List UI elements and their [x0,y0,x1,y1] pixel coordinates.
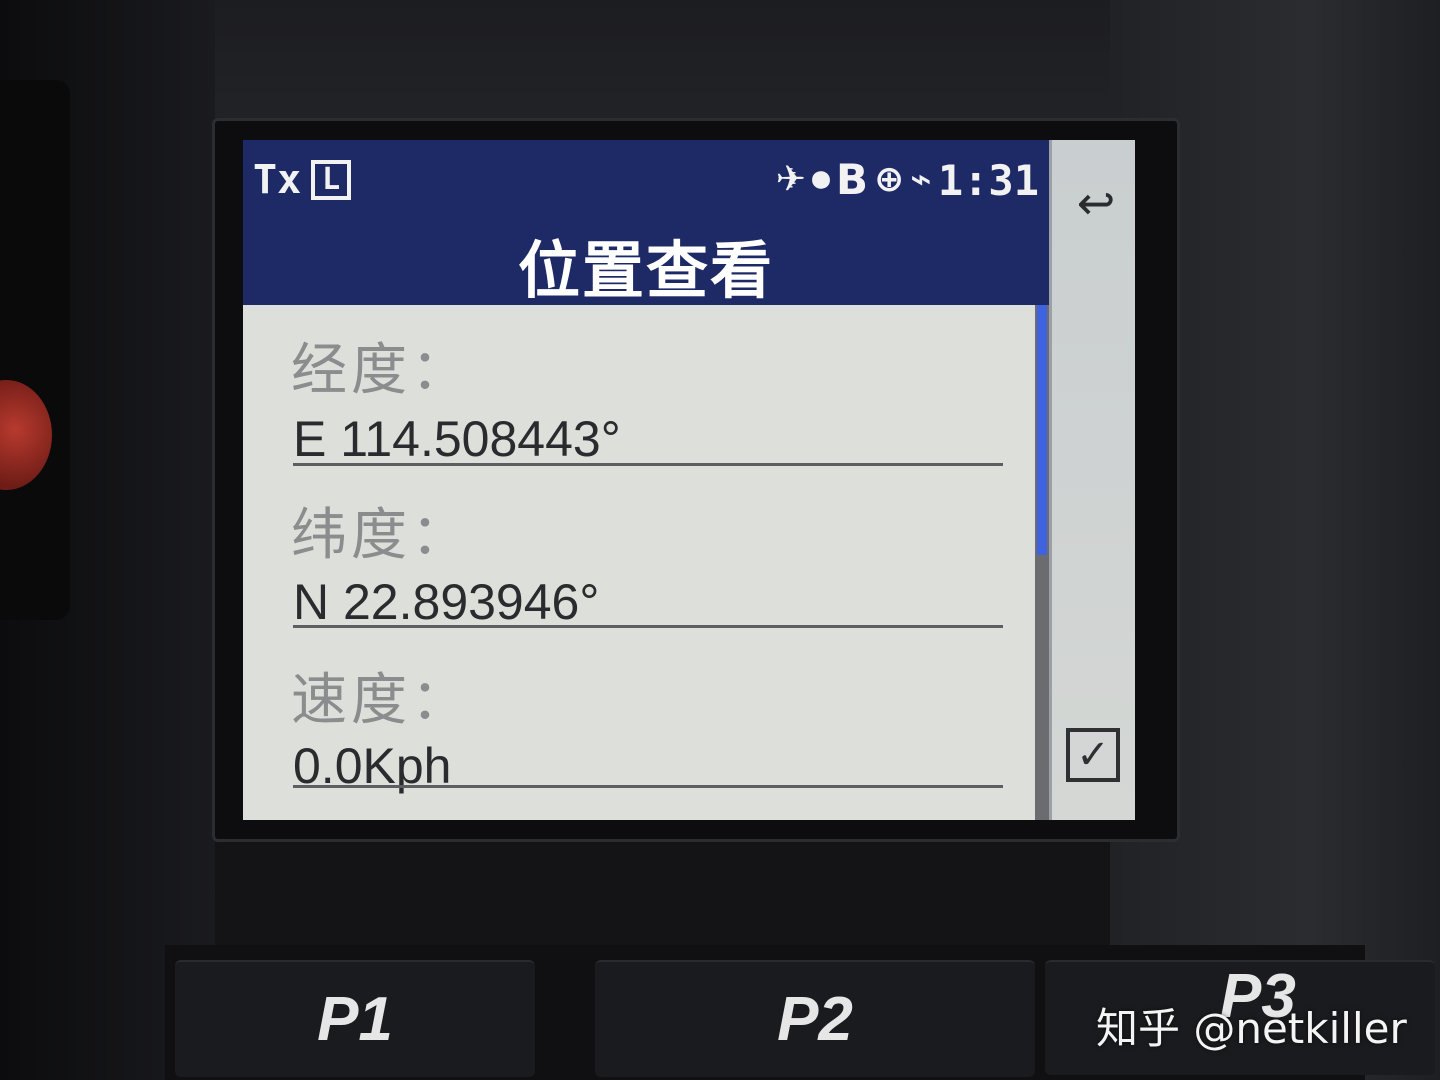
header-bar: Tx L ✈ ⏺ B ⊕ ⌁ 1:31 位置查看 [243,140,1049,307]
divider [293,785,1003,788]
latitude-label: 纬度： [291,503,471,568]
satellite-icon: ⌁ [910,159,932,200]
softkey-bar: ↩ ✓ [1049,140,1135,820]
device-side-grip [0,80,70,620]
watermark: 知乎 @netkiller [1096,1004,1407,1053]
scrollbar-thumb[interactable] [1037,305,1047,555]
gps-muted-icon: ✈ [775,159,806,200]
globe-icon: ⊕ [873,159,905,200]
latitude-value: N 22.893946° [293,574,600,630]
longitude-label: 经度： [291,338,471,403]
record-icon: ⏺ [811,159,830,200]
l-indicator-icon: L [311,160,352,200]
bluetooth-indicator: B [835,155,868,204]
status-right: ✈ ⏺ B ⊕ ⌁ 1:31 [776,152,1039,208]
device-screen: Tx L ✈ ⏺ B ⊕ ⌁ 1:31 位置查看 经度： E 114.50844… [243,140,1135,820]
back-arrow-icon[interactable]: ↩ [1066,178,1126,228]
location-details: 经度： E 114.508443° 纬度： N 22.893946° 速度： 0… [243,305,1035,820]
speed-label: 速度： [291,668,471,733]
status-left: Tx L [253,152,352,208]
divider [293,625,1003,628]
divider [293,463,1003,466]
page-title: 位置查看 [517,234,774,307]
clock: 1:31 [937,155,1039,205]
longitude-value: E 114.508443° [293,411,621,467]
confirm-checkbox-icon[interactable]: ✓ [1066,728,1120,782]
tx-signal-icon: Tx [253,157,302,203]
p1-key[interactable]: P1 [175,960,535,1077]
p2-key[interactable]: P2 [595,960,1035,1077]
